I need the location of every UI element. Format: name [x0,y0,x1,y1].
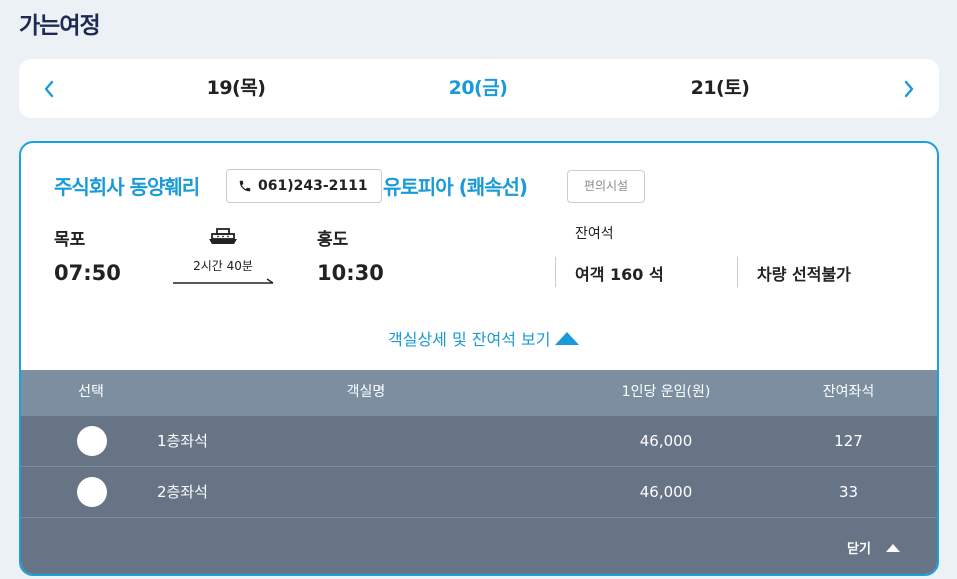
arrival-time: 10:30 [317,261,384,285]
sailing-card: 주식회사 동양훼리 061)243-2111 유토피아 (쾌속선) 편의시설 목… [19,141,939,576]
passenger-remaining: 여객 160 석 [575,265,664,284]
cabin-seats: 33 [838,483,859,501]
cabin-fare: 46,000 [639,432,693,450]
route-arrow-icon [173,278,274,284]
close-button-label: 닫기 [847,542,871,557]
cabin-detail-toggle[interactable]: 객실상세 및 잔여석 보기 [388,326,580,350]
arrival-port: 홍도 [317,230,349,250]
remaining-seats-label: 잔여석 [575,226,614,242]
chevron-right-icon [904,80,914,97]
cabin-name: 1층좌석 [157,432,208,450]
phone-icon [239,180,251,192]
departure-port: 목포 [54,230,86,250]
phone-button[interactable]: 061)243-2111 [226,169,382,203]
cabin-name: 2층좌석 [157,483,208,501]
ship-name: 유토피아 (쾌속선) [383,175,528,199]
table-header: 선택 객실명 1인당 운임(원) 잔여좌석 [21,370,937,415]
cabin-detail-toggle-label: 객실상세 및 잔여석 보기 [388,330,551,349]
divider [555,257,556,287]
date-option-19[interactable]: 19(목) [176,59,296,118]
cabin-fare: 46,000 [639,483,693,501]
cabin-seats: 127 [834,432,863,450]
company-name: 주식회사 동양훼리 [54,175,200,199]
page-title: 가는여정 [19,13,101,39]
cabin-radio[interactable] [77,426,107,456]
ferry-icon [209,228,237,244]
travel-duration: 2시간 40분 [193,259,253,273]
table-row[interactable]: 2층좌석 46,000 33 [21,466,937,517]
date-navigator: 19(목) 20(금) 21(토) [19,59,939,118]
divider [21,517,937,518]
date-option-21[interactable]: 21(토) [660,59,780,118]
table-row[interactable]: 1층좌석 46,000 127 [21,415,937,466]
cabin-radio[interactable] [77,477,107,507]
next-date-button[interactable] [889,59,929,118]
facility-button[interactable]: 편의시설 [567,170,645,203]
prev-date-button[interactable] [29,59,69,118]
triangle-up-icon [885,544,900,552]
cabin-table: 선택 객실명 1인당 운임(원) 잔여좌석 1층좌석 46,000 127 2층… [21,370,937,574]
divider [737,257,738,287]
departure-time: 07:50 [54,261,121,285]
date-option-20-selected[interactable]: 20(금) [418,59,538,118]
phone-number: 061)243-2111 [258,178,368,194]
triangle-up-icon [555,332,580,345]
chevron-left-icon [44,80,54,97]
column-header-fare: 1인당 운임(원) [621,384,711,400]
close-button[interactable]: 닫기 [847,538,900,557]
column-header-seats: 잔여좌석 [822,384,875,400]
column-header-select: 선택 [78,384,104,400]
column-header-cabin: 객실명 [346,384,386,400]
vehicle-remaining: 차량 선적불가 [757,265,851,284]
